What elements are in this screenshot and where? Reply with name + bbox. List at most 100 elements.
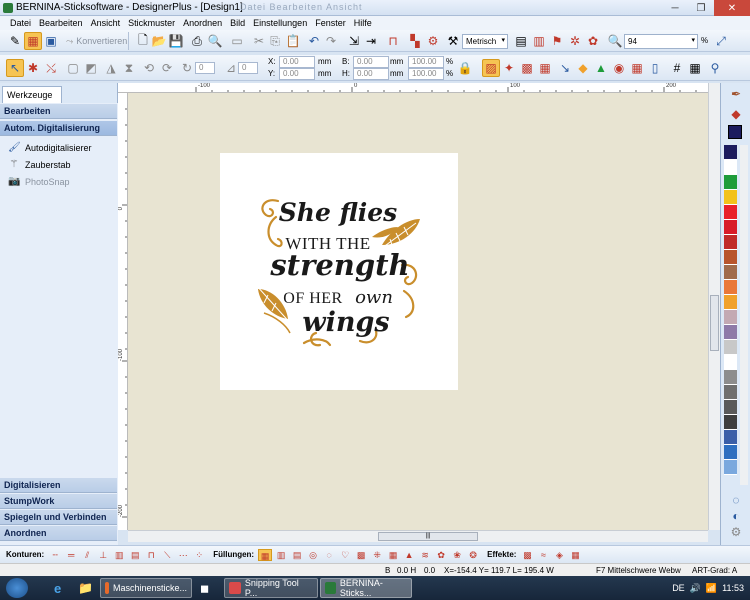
realistic-icon[interactable]: ▩ — [518, 59, 536, 77]
menu-bild[interactable]: Bild — [226, 18, 249, 28]
section-bearbeiten[interactable]: Bearbeiten — [0, 104, 117, 119]
menu-stickmuster[interactable]: Stickmuster — [124, 18, 179, 28]
heart-fill-icon[interactable]: ♡ — [338, 549, 352, 561]
stipple-fill-icon[interactable]: ❂ — [466, 549, 480, 561]
satin-outline-icon[interactable]: ⫽ — [80, 549, 94, 561]
overview-icon[interactable]: ▣ — [42, 32, 60, 50]
paint-bucket-icon[interactable]: ◆ — [728, 107, 744, 123]
color-swatch[interactable] — [724, 220, 737, 235]
arrow-icon[interactable]: ↘ — [556, 59, 574, 77]
sketch-fill-icon[interactable]: ❀ — [450, 549, 464, 561]
select-icon[interactable]: ↖ — [6, 59, 24, 77]
vertical-scrollbar[interactable] — [708, 83, 720, 530]
convert-button[interactable]: ⤳ Konvertieren — [66, 33, 127, 49]
color-swatch[interactable] — [724, 190, 737, 205]
copy-icon[interactable]: ⎘ — [266, 32, 284, 50]
color-wheel-icon[interactable]: ◌ — [728, 493, 744, 509]
radial-fill-icon[interactable]: ◎ — [306, 549, 320, 561]
mirror-h-icon[interactable]: ◮ — [102, 59, 120, 77]
group-icon[interactable]: ▢ — [64, 59, 82, 77]
zoom-fit-icon[interactable]: ⤢ — [712, 32, 730, 50]
color-swatch[interactable] — [724, 175, 737, 190]
zoom-icon[interactable]: 🔍 — [606, 32, 624, 50]
menu-fenster[interactable]: Fenster — [311, 18, 350, 28]
tools-icon[interactable]: ⚒ — [444, 32, 462, 50]
cross-fill-icon[interactable]: ⁜ — [370, 549, 384, 561]
triple-stitch-icon[interactable]: ═ — [64, 549, 78, 561]
redo-icon[interactable]: ↷ — [322, 32, 340, 50]
paste-icon[interactable]: 📋 — [284, 32, 302, 50]
menu-bearbeiten[interactable]: Bearbeiten — [35, 18, 87, 28]
grid-fill-icon[interactable]: ▦ — [386, 549, 400, 561]
section-anordnen[interactable]: Anordnen — [0, 526, 117, 541]
item-zauberstab[interactable]: ⚚ Zauberstab — [8, 159, 71, 170]
color-swatch[interactable] — [724, 145, 737, 160]
color-swatch[interactable] — [724, 265, 737, 280]
taskbar-item-browser[interactable]: Maschinensticke... — [100, 578, 192, 598]
unit-select[interactable]: Metrisch ▾ — [462, 34, 508, 49]
taskbar-ie-icon[interactable]: e — [50, 578, 65, 598]
color-swatch[interactable] — [724, 295, 737, 310]
eyedropper-icon[interactable]: ✒ — [728, 87, 744, 103]
e-stitch-icon[interactable]: ⊓ — [144, 549, 158, 561]
rotate-right-icon[interactable]: ⟳ — [158, 59, 176, 77]
cross-outline-icon[interactable]: ⁘ — [192, 549, 206, 561]
minimize-button[interactable]: ─ — [662, 0, 688, 16]
appliqué-icon[interactable]: ✿ — [584, 32, 602, 50]
color-swatch[interactable] — [724, 415, 737, 430]
table-icon[interactable]: ▦ — [686, 59, 704, 77]
mirror-v-icon[interactable]: ⧗ — [120, 59, 138, 77]
section-spiegeln[interactable]: Spiegeln und Verbinden — [0, 510, 117, 525]
export-icon[interactable]: ▭ — [228, 32, 246, 50]
network-icon[interactable]: 📶 — [706, 583, 717, 594]
edit-mode-icon[interactable]: ✎ — [6, 32, 24, 50]
section-autodigitalisierung[interactable]: Autom. Digitalisierung — [0, 121, 117, 136]
design-canvas[interactable]: She flies WITH THE strength OF HER own w… — [128, 93, 708, 530]
pattern-icon[interactable]: ▦ — [628, 59, 646, 77]
menu-hilfe[interactable]: Hilfe — [350, 18, 376, 28]
skew-field[interactable]: 0 — [238, 62, 258, 74]
y-field[interactable]: 0.00 — [279, 68, 315, 80]
zoom-select[interactable]: 94 ▾ — [624, 34, 698, 49]
measure-icon[interactable]: ⚲ — [706, 59, 724, 77]
color-swatch[interactable] — [724, 400, 737, 415]
color-swatch[interactable] — [724, 250, 737, 265]
tatami-fill-icon[interactable]: ▦ — [258, 548, 273, 561]
hoop-icon[interactable]: ⊓ — [384, 32, 402, 50]
reshape-icon[interactable]: ✱ — [24, 59, 42, 77]
menu-ansicht[interactable]: Ansicht — [87, 18, 125, 28]
width-field[interactable]: 0.00 — [353, 56, 389, 68]
height-field[interactable]: 0.00 — [353, 68, 389, 80]
fill-icon[interactable]: ◆ — [574, 59, 592, 77]
satin-fill-icon[interactable]: ▥ — [274, 549, 288, 561]
ungroup-icon[interactable]: ◩ — [82, 59, 100, 77]
maximize-button[interactable]: ❐ — [688, 0, 714, 16]
color-swatch[interactable] — [724, 160, 737, 175]
stitch-edit-icon[interactable]: ⤯ — [42, 59, 60, 77]
x-field[interactable]: 0.00 — [279, 56, 315, 68]
zigzag-icon[interactable]: ⟍ — [160, 549, 174, 561]
background-icon[interactable]: ▤ — [512, 32, 530, 50]
color-icon[interactable]: ▚ — [406, 32, 424, 50]
lock-icon[interactable]: 🔒 — [456, 59, 474, 77]
taskbar-explorer-icon[interactable]: 📁 — [74, 578, 97, 598]
effect-stamp-icon[interactable]: ◈ — [552, 549, 566, 561]
fabric-icon[interactable]: ▥ — [530, 32, 548, 50]
horizontal-scrollbar[interactable]: ||| — [128, 530, 708, 542]
print-icon[interactable]: ⎙ — [188, 32, 206, 50]
motif-fill-icon[interactable]: ▩ — [354, 549, 368, 561]
spiral-fill-icon[interactable]: ◌ — [322, 549, 336, 561]
menu-anordnen[interactable]: Anordnen — [179, 18, 226, 28]
save-icon[interactable]: 💾 — [167, 32, 185, 50]
stitch-mode-icon[interactable]: ▦ — [24, 32, 42, 50]
color-swatch[interactable] — [724, 430, 737, 445]
contour-fill-icon[interactable]: ▤ — [290, 549, 304, 561]
blanket-stitch-icon[interactable]: ⊥ — [96, 549, 110, 561]
taskbar-item-snipping[interactable]: Snipping Tool P... — [224, 578, 318, 598]
color-swatch[interactable] — [724, 310, 737, 325]
color-swatch[interactable] — [724, 445, 737, 460]
color-swatch[interactable] — [724, 460, 737, 475]
menu-datei[interactable]: Datei — [6, 18, 35, 28]
current-color-icon[interactable] — [728, 125, 744, 141]
language-indicator[interactable]: DE — [672, 583, 685, 593]
